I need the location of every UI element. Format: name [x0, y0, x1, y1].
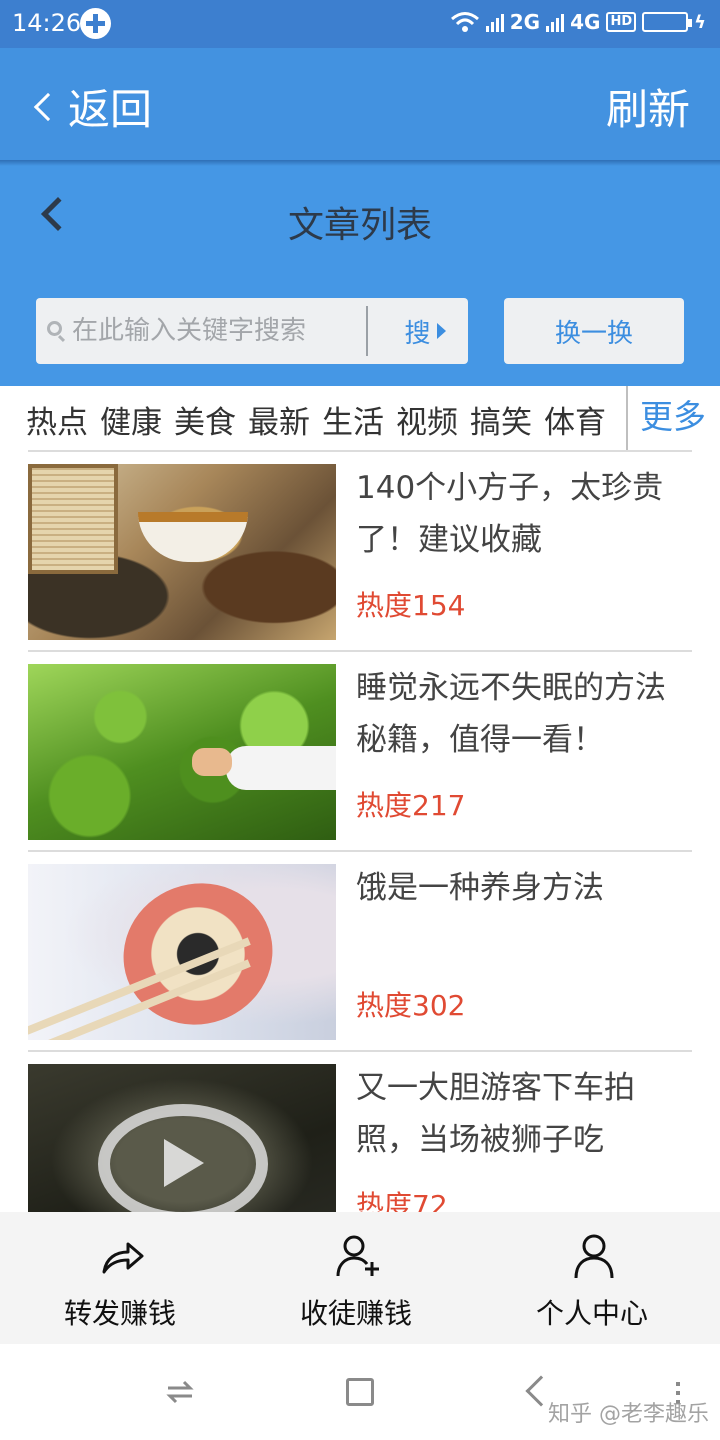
category-tab-latest[interactable]: 最新: [248, 397, 310, 442]
tab-share-earn[interactable]: 转发赚钱: [0, 1212, 240, 1344]
search-button-label: 搜: [404, 318, 431, 349]
user-icon: [574, 1234, 614, 1279]
tab-recruit-earn[interactable]: 收徒赚钱: [236, 1212, 476, 1344]
article-heat: 热度154: [356, 589, 466, 622]
battery-icon: [642, 12, 693, 32]
nav-bar: 返回 刷新: [0, 48, 720, 160]
category-tab-sports[interactable]: 体育: [544, 397, 606, 442]
hd-badge: HD: [606, 12, 637, 32]
tab-label: 收徒赚钱: [299, 1297, 412, 1330]
category-tab-funny[interactable]: 搞笑: [470, 397, 532, 442]
header-area: 文章列表 搜 换一换: [0, 160, 720, 386]
search-box: 搜: [36, 298, 468, 364]
article-thumbnail: [28, 664, 336, 840]
status-time: 14:26: [12, 9, 82, 37]
refresh-button[interactable]: 刷新: [606, 76, 690, 137]
article-item[interactable]: 饿是一种养身方法 热度302: [28, 852, 692, 1052]
wifi-icon: [450, 12, 479, 32]
category-tab-life[interactable]: 生活: [322, 397, 384, 442]
tab-label: 个人中心: [535, 1297, 648, 1330]
search-input[interactable]: [72, 298, 362, 364]
page-title: 文章列表: [287, 205, 432, 246]
tab-profile[interactable]: 个人中心: [472, 1212, 712, 1344]
category-list: 热点 健康 美食 最新 生活 视频 搞笑 体育: [26, 386, 606, 452]
category-tab-health[interactable]: 健康: [100, 397, 162, 442]
article-thumbnail: [28, 1064, 336, 1212]
article-item[interactable]: 140个小方子，太珍贵了！建议收藏 热度154: [28, 452, 692, 652]
signal-2g-icon: [485, 12, 504, 32]
tab-label: 转发赚钱: [63, 1297, 176, 1330]
category-tab-video[interactable]: 视频: [396, 397, 458, 442]
header-shadow: [0, 160, 720, 166]
article-title: 饿是一种养身方法: [356, 870, 604, 906]
search-icon: [47, 321, 62, 336]
thumbnail-honeycomb: [28, 464, 118, 574]
thumbnail-arm: [226, 746, 336, 790]
article-thumbnail: [28, 864, 336, 1040]
article-thumbnail: [28, 464, 336, 640]
home-icon[interactable]: [346, 1378, 374, 1406]
caret-right-icon: [436, 323, 446, 339]
back-label: 返回: [68, 85, 153, 134]
article-list: 140个小方子，太珍贵了！建议收藏 热度154 睡觉永远不失眠的方法秘籍，值得一…: [0, 452, 720, 1212]
share-icon: [102, 1242, 144, 1274]
article-title: 140个小方子，太珍贵了！建议收藏: [356, 470, 664, 558]
article-item[interactable]: 睡觉永远不失眠的方法秘籍，值得一看！ 热度217: [28, 652, 692, 852]
play-icon: [164, 1139, 204, 1187]
network-2g-label: 2G: [509, 10, 541, 34]
status-bar: 14:26 2G 4G HD ϟ: [0, 0, 720, 48]
swap-button[interactable]: 换一换: [504, 298, 684, 364]
article-heat: 热度72: [356, 1189, 448, 1212]
back-button[interactable]: 返回: [28, 76, 152, 137]
notification-plus-icon: [80, 8, 111, 39]
article-title: 睡觉永远不失眠的方法秘籍，值得一看！: [356, 670, 666, 758]
thumbnail-tea-cup: [138, 512, 248, 562]
search-divider: [366, 306, 368, 356]
search-button[interactable]: 搜: [382, 298, 468, 364]
category-bar: 热点 健康 美食 最新 生活 视频 搞笑 体育 更多: [0, 386, 720, 452]
network-4g-label: 4G: [570, 10, 601, 34]
category-tab-hot[interactable]: 热点: [26, 397, 88, 442]
article-title: 又一大胆游客下车拍照，当场被狮子吃: [356, 1070, 635, 1158]
category-tab-food[interactable]: 美食: [174, 397, 236, 442]
switch-apps-icon[interactable]: [166, 1378, 194, 1406]
chevron-left-icon: [33, 92, 63, 121]
article-item[interactable]: 又一大胆游客下车拍照，当场被狮子吃 热度72: [28, 1052, 692, 1212]
article-heat: 热度217: [356, 789, 466, 822]
category-divider: [626, 386, 628, 452]
more-categories-button[interactable]: 更多: [640, 390, 706, 438]
thumbnail-hand: [192, 748, 232, 776]
system-nav-bar: 知乎 @老李趣乐: [0, 1344, 720, 1440]
status-indicators: 2G 4G HD ϟ: [450, 10, 706, 34]
add-user-icon: [336, 1235, 379, 1277]
charging-icon: ϟ: [694, 11, 706, 33]
signal-4g-icon: [546, 12, 565, 32]
bottom-tab-bar: 转发赚钱 收徒赚钱 个人中心: [0, 1212, 720, 1344]
article-heat: 热度302: [356, 989, 466, 1022]
watermark: 知乎 @老李趣乐: [548, 1402, 709, 1427]
